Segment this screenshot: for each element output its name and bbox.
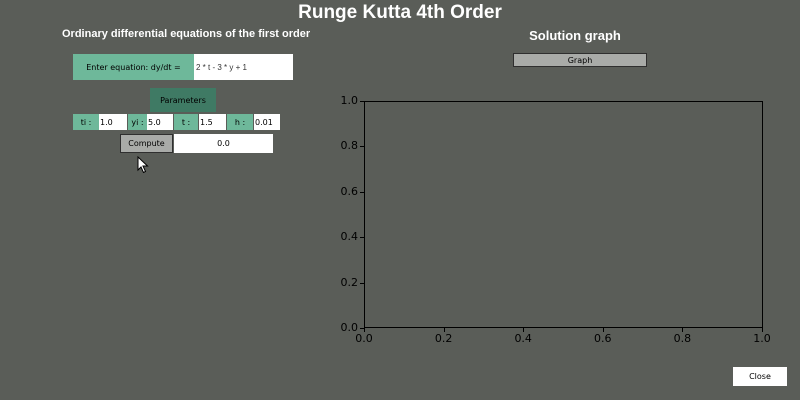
section-heading-equations: Ordinary differential equations of the f… — [62, 28, 311, 40]
param-t-input[interactable] — [199, 114, 226, 130]
x-tick-label: 0.6 — [594, 332, 612, 345]
y-tick-label: 0.6 — [340, 184, 359, 198]
param-yi-input[interactable] — [147, 114, 173, 130]
x-tick-mark — [762, 328, 763, 332]
plot-area — [364, 101, 763, 328]
param-h-label: h : — [227, 114, 253, 130]
x-tick-mark — [364, 328, 365, 332]
param-h-input[interactable] — [254, 114, 280, 130]
param-t-label: t : — [174, 114, 198, 130]
param-yi-label: yi : — [128, 114, 147, 130]
result-output: 0.0 — [174, 134, 273, 153]
x-tick-label: 0.2 — [434, 332, 453, 345]
section-heading-graph: Solution graph — [529, 28, 621, 43]
y-tick-label: 0.4 — [340, 230, 359, 244]
x-tick-label: 0.8 — [673, 332, 692, 345]
x-tick-mark — [523, 328, 525, 332]
x-tick-label: 0.4 — [514, 332, 532, 345]
close-button[interactable]: Close — [733, 367, 787, 386]
x-tick-label: 0.0 — [355, 332, 373, 345]
mouse-cursor-icon — [137, 156, 149, 174]
param-ti-label: ti : — [73, 114, 99, 130]
y-tick-label: 1.0 — [340, 94, 359, 107]
app-title: Runge Kutta 4th Order — [298, 2, 502, 23]
y-tick-mark — [360, 146, 364, 148]
compute-button[interactable]: Compute — [120, 134, 173, 153]
param-ti-input[interactable] — [99, 114, 127, 130]
x-tick-mark — [682, 328, 684, 332]
equation-label: Enter equation: dy/dt = — [73, 54, 194, 80]
parameters-label: Parameters — [150, 88, 216, 112]
x-tick-mark — [443, 328, 445, 332]
y-tick-mark — [360, 282, 364, 284]
y-tick-mark — [360, 237, 364, 239]
equation-input[interactable] — [194, 54, 293, 80]
x-tick-mark — [602, 328, 604, 332]
y-tick-label: 0.8 — [340, 139, 359, 153]
y-tick-mark — [360, 191, 364, 193]
x-tick-label: 1.0 — [753, 332, 771, 345]
y-tick-mark — [360, 101, 364, 102]
y-tick-label: 0.2 — [340, 275, 359, 289]
graph-button[interactable]: Graph — [513, 53, 647, 67]
